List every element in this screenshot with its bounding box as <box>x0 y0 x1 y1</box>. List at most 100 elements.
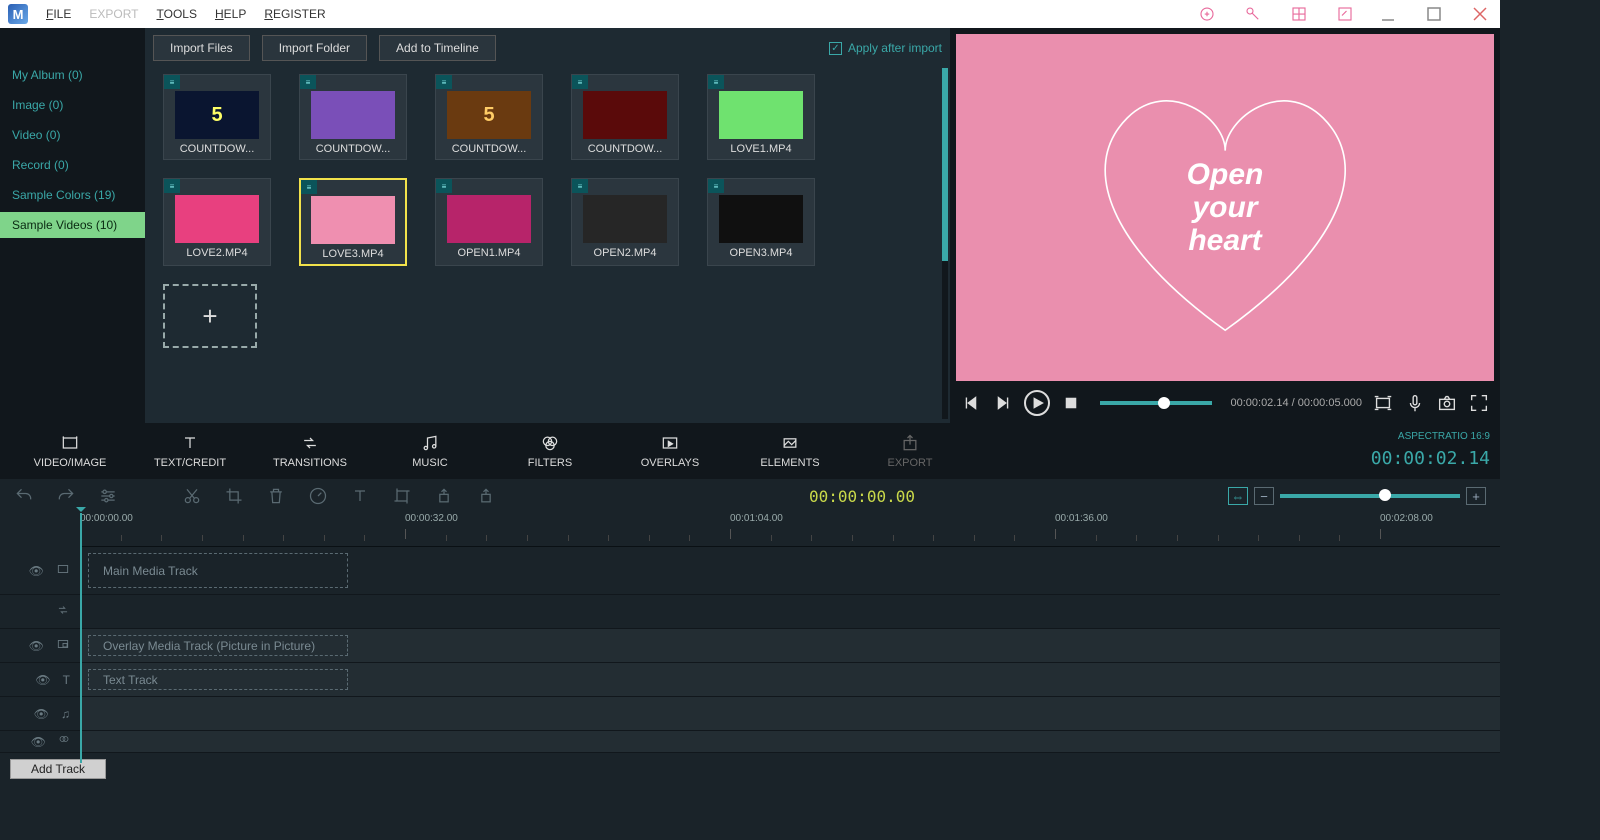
crop2-icon[interactable] <box>392 486 412 506</box>
eye-icon[interactable]: 👁 <box>29 564 44 578</box>
delete-icon[interactable] <box>266 486 286 506</box>
import-folder-button[interactable]: Import Folder <box>262 35 367 61</box>
settings-icon[interactable] <box>98 486 118 506</box>
transition-track-icon <box>56 603 70 620</box>
redo-icon[interactable] <box>56 486 76 506</box>
zoom-slider[interactable] <box>1280 494 1460 498</box>
add-to-timeline-button[interactable]: Add to Timeline <box>379 35 496 61</box>
prev-frame-button[interactable] <box>960 392 982 414</box>
undo-icon[interactable] <box>14 486 34 506</box>
sidebar-item-video[interactable]: Video (0) <box>0 122 145 148</box>
playhead[interactable] <box>80 513 82 763</box>
menu-file[interactable]: FILE <box>46 7 71 21</box>
import-files-button[interactable]: Import Files <box>153 35 250 61</box>
preview-text: Open your heart <box>1187 158 1264 257</box>
tab-overlays[interactable]: OVERLAYS <box>610 433 730 469</box>
filmstrip-icon: ≡ <box>708 75 724 89</box>
sidebar-item-record[interactable]: Record (0) <box>0 152 145 178</box>
add-media-button[interactable]: + <box>163 284 257 348</box>
filmstrip-icon: ≡ <box>164 75 180 89</box>
eye-icon[interactable]: 👁 <box>31 735 46 749</box>
thumb-label: LOVE3.MP4 <box>301 248 405 260</box>
media-thumb[interactable]: ≡ LOVE2.MP4 <box>163 178 271 266</box>
thumb-label: OPEN1.MP4 <box>436 247 542 259</box>
crop-icon[interactable] <box>224 486 244 506</box>
cut-icon[interactable] <box>182 486 202 506</box>
media-thumb[interactable]: ≡ 5 COUNTDOW... <box>163 74 271 160</box>
track-main-media[interactable]: 👁 Main Media Track <box>0 547 1500 595</box>
menu-help[interactable]: HELP <box>215 7 246 21</box>
sidebar-item-my-album[interactable]: My Album (0) <box>0 62 145 88</box>
tab-text-credit[interactable]: TEXT/CREDIT <box>130 433 250 469</box>
zoom-fit-button[interactable]: ⇔ <box>1228 487 1248 505</box>
preview-seek-slider[interactable] <box>1100 401 1212 405</box>
sidebar-item-image[interactable]: Image (0) <box>0 92 145 118</box>
minimize-button[interactable] <box>1376 5 1400 23</box>
zoom-in-button[interactable]: + <box>1466 487 1486 505</box>
filmstrip-icon: ≡ <box>164 179 180 193</box>
key-icon[interactable] <box>1244 5 1262 23</box>
tab-filters[interactable]: FILTERS <box>490 433 610 469</box>
tab-video-image[interactable]: VIDEO/IMAGE <box>10 433 130 469</box>
add-track-button[interactable]: Add Track <box>10 759 106 779</box>
eye-icon[interactable]: 👁 <box>29 639 44 653</box>
track-overlay[interactable]: 👁 Overlay Media Track (Picture in Pictur… <box>0 629 1500 663</box>
media-thumb[interactable]: ≡ LOVE3.MP4 <box>299 178 407 266</box>
safe-area-icon[interactable] <box>1372 392 1394 414</box>
thumb-label: LOVE2.MP4 <box>164 247 270 259</box>
next-frame-button[interactable] <box>992 392 1014 414</box>
track-music[interactable]: 👁♫ <box>0 697 1500 731</box>
tab-music[interactable]: MUSIC <box>370 433 490 469</box>
media-thumb[interactable]: ≡ OPEN3.MP4 <box>707 178 815 266</box>
track-transitions[interactable] <box>0 595 1500 629</box>
apply-after-import-checkbox[interactable]: ✓ Apply after import <box>829 41 942 55</box>
edit-toolbar: 00:00:00.00 ⇔ − + <box>0 479 1500 513</box>
media-thumb[interactable]: ≡ COUNTDOW... <box>299 74 407 160</box>
filmstrip-icon: ≡ <box>708 179 724 193</box>
play-button[interactable] <box>1024 390 1050 416</box>
menu-tools[interactable]: TOOLS <box>156 7 196 21</box>
filmstrip-icon: ≡ <box>436 179 452 193</box>
media-thumb[interactable]: ≡ LOVE1.MP4 <box>707 74 815 160</box>
track-text[interactable]: 👁T Text Track <box>0 663 1500 697</box>
media-thumb[interactable]: ≡ COUNTDOW... <box>571 74 679 160</box>
timeline-timecode: 00:00:00.00 <box>809 487 915 506</box>
edit-icon[interactable] <box>1336 5 1354 23</box>
media-thumb[interactable]: ≡ OPEN1.MP4 <box>435 178 543 266</box>
sidebar-item-sample-videos[interactable]: Sample Videos (10) <box>0 212 145 238</box>
preview-panel: Open your heart 00:00:02.14 / 00:00:05.0… <box>950 28 1500 423</box>
maximize-button[interactable] <box>1422 5 1446 23</box>
cart-icon[interactable] <box>1198 5 1216 23</box>
sidebar-item-sample-colors[interactable]: Sample Colors (19) <box>0 182 145 208</box>
layout-icon[interactable] <box>1290 5 1308 23</box>
menu-export: EXPORT <box>89 7 138 21</box>
zoom-out-button[interactable]: − <box>1254 487 1274 505</box>
library-scrollbar[interactable] <box>942 68 948 419</box>
rotate-right-icon[interactable] <box>476 486 496 506</box>
timeline-ruler[interactable]: 00:00:00.0000:00:32.0000:01:04.0000:01:3… <box>80 513 1500 547</box>
video-track-icon <box>56 562 70 579</box>
rotate-left-icon[interactable] <box>434 486 454 506</box>
eye-icon[interactable]: 👁 <box>35 673 50 687</box>
menu-bar: M FILE EXPORT TOOLS HELP REGISTER <box>0 0 1500 28</box>
eye-icon[interactable]: 👁 <box>34 707 49 721</box>
stop-button[interactable] <box>1060 392 1082 414</box>
tab-transitions[interactable]: TRANSITIONS <box>250 433 370 469</box>
close-button[interactable] <box>1468 5 1492 23</box>
tab-elements[interactable]: ELEMENTS <box>730 433 850 469</box>
track-elements[interactable]: 👁 <box>0 731 1500 753</box>
thumb-label: COUNTDOW... <box>436 143 542 155</box>
voiceover-icon[interactable] <box>1404 392 1426 414</box>
menu-register[interactable]: REGISTER <box>264 7 325 21</box>
snapshot-icon[interactable] <box>1436 392 1458 414</box>
thumb-label: COUNTDOW... <box>572 143 678 155</box>
thumb-label: LOVE1.MP4 <box>708 143 814 155</box>
media-thumb[interactable]: ≡ 5 COUNTDOW... <box>435 74 543 160</box>
media-sidebar: My Album (0) Image (0) Video (0) Record … <box>0 28 145 423</box>
tab-export: EXPORT <box>850 433 970 469</box>
media-library: Import Files Import Folder Add to Timeli… <box>145 28 950 423</box>
fullscreen-icon[interactable] <box>1468 392 1490 414</box>
text-icon[interactable] <box>350 486 370 506</box>
speed-icon[interactable] <box>308 486 328 506</box>
media-thumb[interactable]: ≡ OPEN2.MP4 <box>571 178 679 266</box>
